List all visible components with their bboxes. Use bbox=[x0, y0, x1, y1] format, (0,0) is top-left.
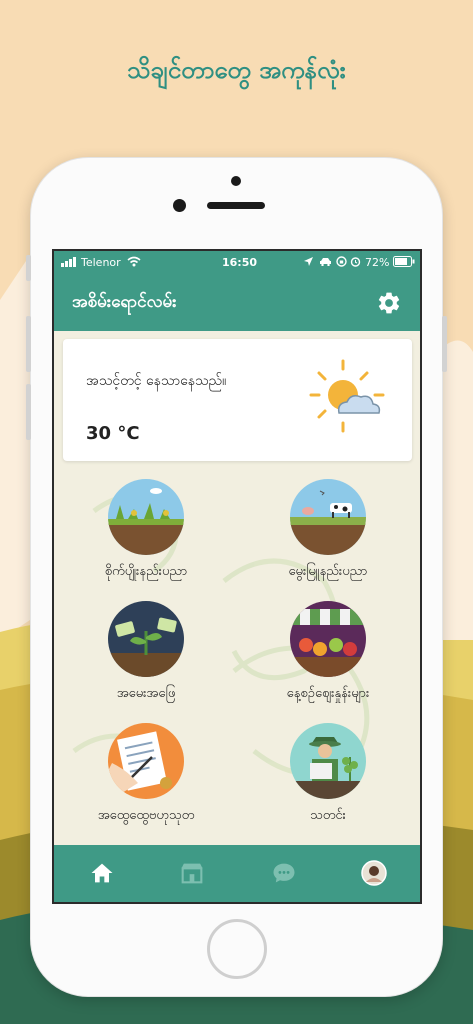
menu-label-questions-answers: အမေးအဖြေ bbox=[116, 686, 176, 701]
gear-icon[interactable] bbox=[376, 290, 402, 316]
phone-speaker bbox=[207, 202, 265, 209]
clock: 16:50 bbox=[222, 256, 258, 269]
menu-label-daily-prices: နေ့စဉ်ဈေးနှုန်းများ bbox=[286, 686, 370, 701]
app-screen: Telenor 16:50 72% အစိမ်းရောင်လမ်း အသင့်တ… bbox=[52, 249, 422, 904]
partly-sunny-icon bbox=[309, 359, 385, 433]
profile-avatar[interactable] bbox=[360, 859, 388, 887]
carrier-name: Telenor bbox=[81, 256, 121, 269]
menu-tile-daily-prices[interactable]: နေ့စဉ်ဈေးနှုန်းများ bbox=[248, 601, 408, 721]
plant-qa-icon bbox=[108, 601, 184, 677]
temperature: 30 °C bbox=[86, 423, 140, 444]
phone-sensor bbox=[231, 176, 241, 186]
weather-card: အသင့်တင့် နေသာနေသည်။ 30 °C bbox=[63, 339, 412, 461]
farmer-reading-news-icon bbox=[290, 723, 366, 799]
phone-power-button bbox=[442, 316, 447, 372]
menu-label-news: သတင်း bbox=[310, 808, 346, 823]
signal-icon bbox=[61, 257, 76, 267]
status-bar: Telenor 16:50 72% bbox=[54, 251, 420, 273]
car-icon bbox=[320, 258, 331, 266]
signing-document-icon bbox=[108, 723, 184, 799]
market-stall-icon bbox=[290, 601, 366, 677]
wifi-icon bbox=[127, 256, 141, 267]
headline: သိချင်တာတွေ အကုန်လုံး bbox=[127, 56, 346, 84]
app-title: အစိမ်းရောင်လမ်း bbox=[72, 292, 177, 312]
menu-label-crop-technology: စိုက်ပျိုးနည်းပညာ bbox=[104, 564, 188, 579]
phone-volume-up-button bbox=[26, 316, 31, 372]
crops-field-icon bbox=[108, 479, 184, 555]
weather-description: အသင့်တင့် နေသာနေသည်။ bbox=[86, 373, 227, 389]
menu-tile-livestock-technology[interactable]: မွေးမြူနည်းပညာ bbox=[248, 479, 408, 599]
location-arrow-icon bbox=[304, 257, 313, 266]
battery-icon bbox=[393, 256, 415, 267]
chat-icon[interactable] bbox=[270, 859, 298, 887]
store-icon[interactable] bbox=[178, 859, 206, 887]
app-header: အစိမ်းရောင်လမ်း bbox=[54, 273, 420, 331]
menu-tile-news[interactable]: သတင်း bbox=[248, 723, 408, 843]
phone-home-button[interactable] bbox=[207, 919, 267, 979]
phone-camera bbox=[173, 199, 186, 212]
alarm-icon bbox=[350, 257, 361, 267]
menu-tile-questions-answers[interactable]: အမေးအဖြေ bbox=[66, 601, 226, 721]
livestock-farm-icon bbox=[290, 479, 366, 555]
battery-percentage: 72% bbox=[365, 256, 390, 269]
home-icon[interactable] bbox=[88, 859, 116, 887]
menu-label-general-knowledge: အထွေထွေဗဟုသုတ bbox=[97, 808, 195, 823]
rotation-lock-icon bbox=[336, 256, 347, 267]
menu-label-livestock-technology: မွေးမြူနည်းပညာ bbox=[288, 564, 368, 579]
menu-tile-general-knowledge[interactable]: အထွေထွေဗဟုသုတ bbox=[66, 723, 226, 843]
phone-side-button bbox=[26, 255, 31, 281]
menu-tile-crop-technology[interactable]: စိုက်ပျိုးနည်းပညာ bbox=[66, 479, 226, 599]
phone-volume-down-button bbox=[26, 384, 31, 440]
bottom-navigation bbox=[54, 845, 420, 902]
